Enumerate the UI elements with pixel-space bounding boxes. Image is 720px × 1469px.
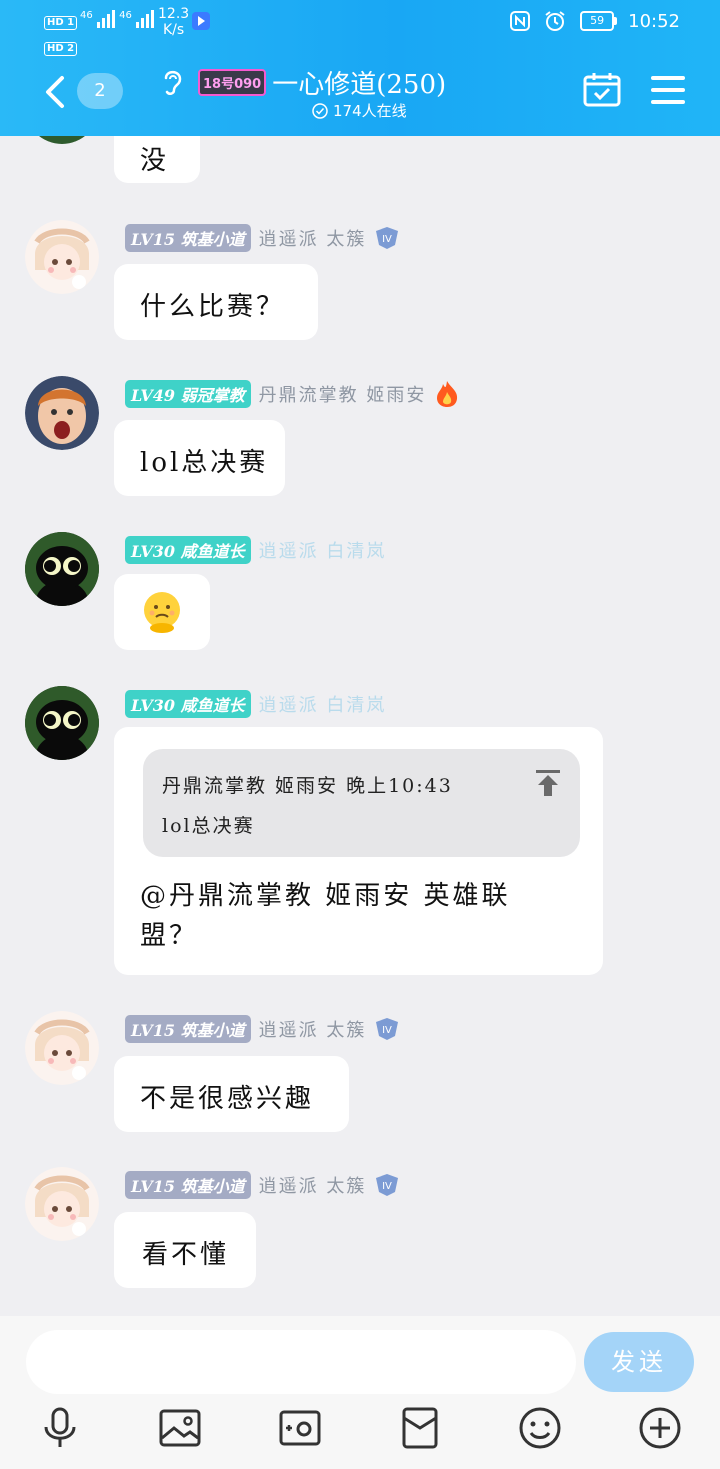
reply-bubble[interactable]: 丹鼎流掌教 姬雨安 晚上10:43 lol总决赛 @丹鼎流掌教 姬雨安 英雄联 … xyxy=(114,727,603,975)
microphone-icon[interactable] xyxy=(38,1406,82,1450)
avatar[interactable] xyxy=(25,686,99,760)
sender-name[interactable]: 丹鼎流掌教 姬雨安 xyxy=(259,381,427,407)
svg-text:IV: IV xyxy=(382,234,392,245)
status-bar: HD 1 HD 2 46 46 12.3 K/s 59 10:52 xyxy=(0,0,720,56)
level-badge: LV15 筑基小道 xyxy=(125,1171,251,1199)
message-bubble[interactable]: 看不懂 xyxy=(114,1212,256,1288)
level-badge: LV49 弱冠掌教 xyxy=(125,380,251,408)
fire-badge-icon xyxy=(437,381,458,407)
sender-name[interactable]: 逍遥派 白清岚 xyxy=(259,691,387,717)
online-count: 174人在线 xyxy=(312,100,407,121)
group-title[interactable]: 18号090 一心修道(250) xyxy=(198,64,446,101)
clock: 10:52 xyxy=(628,10,680,32)
page-title: 一心修道(250) xyxy=(272,70,447,100)
message-meta: LV30 咸鱼道长 逍遥派 白清岚 xyxy=(125,690,386,718)
vip-badge-icon: IV xyxy=(376,1174,399,1196)
nfc-icon xyxy=(510,11,531,31)
message-bubble[interactable]: 没 xyxy=(114,136,200,183)
reply-text-line-1: @丹鼎流掌教 姬雨安 英雄联 xyxy=(140,881,511,911)
jump-to-original-icon[interactable] xyxy=(535,769,561,797)
avatar[interactable] xyxy=(25,532,99,606)
quote-text: lol总决赛 xyxy=(162,815,255,837)
emoji-icon[interactable] xyxy=(518,1406,562,1450)
vip-badge-icon: IV xyxy=(376,1018,399,1040)
menu-icon[interactable] xyxy=(651,74,685,106)
message-meta: LV49 弱冠掌教 丹鼎流掌教 姬雨安 xyxy=(125,380,460,408)
signal-icons: 46 46 xyxy=(80,10,155,28)
sender-name[interactable]: 逍遥派 太簇 xyxy=(259,225,367,251)
network-type-1: 46 xyxy=(80,10,93,21)
unread-count-badge[interactable]: 2 xyxy=(77,73,123,109)
message-bubble[interactable]: 什么比赛？ xyxy=(114,264,318,340)
sender-name[interactable]: 逍遥派 太簇 xyxy=(259,1172,367,1198)
message-meta: LV15 筑基小道 逍遥派 太簇 IV xyxy=(125,1171,400,1199)
message-meta: LV15 筑基小道 逍遥派 太簇 IV xyxy=(125,224,400,252)
battery-indicator: 59 xyxy=(580,11,618,31)
send-button[interactable]: 发送 xyxy=(584,1332,694,1392)
app-notification-icon xyxy=(192,12,210,30)
sender-name[interactable]: 逍遥派 白清岚 xyxy=(259,537,387,563)
avatar[interactable] xyxy=(25,1167,99,1241)
message-bubble[interactable]: 不是很感兴趣 xyxy=(114,1056,349,1132)
listen-mode-icon[interactable] xyxy=(158,66,186,98)
calendar-check-icon[interactable] xyxy=(583,71,621,109)
worried-emoji-icon xyxy=(144,592,180,633)
quoted-message[interactable]: 丹鼎流掌教 姬雨安 晚上10:43 lol总决赛 xyxy=(143,749,580,857)
quote-header: 丹鼎流掌教 姬雨安 晚上10:43 xyxy=(162,775,453,797)
composer-toolbar xyxy=(0,1406,720,1456)
vip-badge-icon: IV xyxy=(376,227,399,249)
sim1-badge: HD 1 xyxy=(44,16,78,30)
back-arrow-icon[interactable] xyxy=(38,72,78,112)
image-icon[interactable] xyxy=(158,1406,202,1450)
network-type-2: 46 xyxy=(119,10,132,21)
svg-text:IV: IV xyxy=(382,1025,392,1036)
signal-icon xyxy=(96,10,115,28)
avatar[interactable] xyxy=(25,376,99,450)
plus-icon[interactable] xyxy=(638,1406,682,1450)
avatar[interactable] xyxy=(25,220,99,294)
signal-icon xyxy=(136,10,155,28)
group-tag: 18号090 xyxy=(198,69,267,96)
svg-text:IV: IV xyxy=(382,1181,392,1192)
online-icon xyxy=(312,102,328,119)
level-badge: LV30 咸鱼道长 xyxy=(125,690,251,718)
message-meta: LV30 咸鱼道长 逍遥派 白清岚 xyxy=(125,536,386,564)
alarm-icon xyxy=(545,11,565,31)
status-right: 59 10:52 xyxy=(510,10,680,32)
camera-icon[interactable] xyxy=(278,1406,322,1450)
message-bubble[interactable] xyxy=(114,574,210,650)
level-badge: LV15 筑基小道 xyxy=(125,224,251,252)
sim-indicators: HD 1 HD 2 xyxy=(44,6,78,58)
chat-header: HD 1 HD 2 46 46 12.3 K/s 59 10:52 2 18号0… xyxy=(0,0,720,136)
level-badge: LV30 咸鱼道长 xyxy=(125,536,251,564)
message-input[interactable] xyxy=(26,1330,576,1394)
message-composer: 发送 xyxy=(0,1316,720,1469)
message-list[interactable]: 没 LV15 筑基小道 逍遥派 太簇 IV 什么比赛？ LV49 弱冠掌教 丹鼎… xyxy=(0,136,720,1316)
reply-text-line-2: 盟？ xyxy=(140,921,199,951)
avatar[interactable] xyxy=(25,1011,99,1085)
sender-name[interactable]: 逍遥派 太簇 xyxy=(259,1016,367,1042)
red-packet-icon[interactable] xyxy=(398,1406,442,1450)
message-bubble[interactable]: lol总决赛 xyxy=(114,420,285,496)
sim2-badge: HD 2 xyxy=(44,42,78,56)
message-meta: LV15 筑基小道 逍遥派 太簇 IV xyxy=(125,1015,400,1043)
level-badge: LV15 筑基小道 xyxy=(125,1015,251,1043)
avatar[interactable] xyxy=(25,136,99,144)
network-speed: 12.3 K/s xyxy=(158,6,190,38)
